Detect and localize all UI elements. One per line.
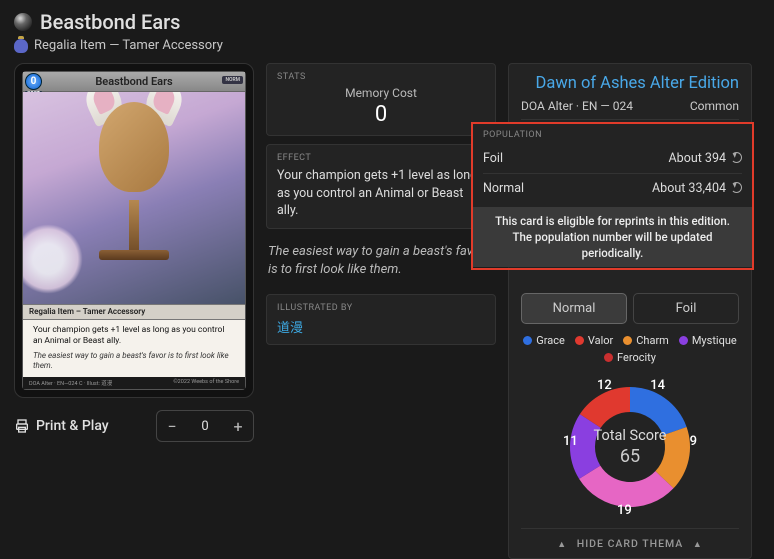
edition-rarity: Common: [690, 99, 739, 113]
dot-icon: [679, 336, 688, 345]
card-art: [23, 92, 245, 304]
total-score-label: Total Score: [594, 427, 667, 444]
chevron-up-icon: ▲: [557, 539, 567, 550]
card-subtitle: Regalia Item — Tamer Accessory: [34, 38, 223, 53]
card-name: Beastbond Ears: [95, 75, 172, 88]
refresh-icon[interactable]: [731, 182, 742, 193]
edition-code: DOA Alter · EN — 024: [521, 99, 633, 113]
effect-text: Your champion gets +1 level as long as y…: [277, 167, 485, 220]
pop-foil-label: Foil: [483, 151, 503, 166]
pop-normal-value: About 33,404: [652, 181, 726, 196]
population-callout: POPULATION Foil About 394 Normal About 3…: [471, 122, 754, 270]
card-image[interactable]: 0 COST Beastbond Ears NORM Regalia Item …: [14, 63, 254, 398]
dot-icon: [623, 336, 632, 345]
regalia-icon: [14, 39, 28, 53]
population-header: POPULATION: [483, 130, 742, 140]
set-orb-icon: [14, 13, 32, 31]
effect-panel: EFFECT Your champion gets +1 level as lo…: [266, 144, 496, 229]
thema-donut-chart: Total Score 65 14 12 9 11 19: [555, 372, 705, 522]
pop-foil-value: About 394: [669, 151, 726, 166]
card-flavor-text: The easiest way to gain a beast's favor …: [23, 351, 245, 377]
card-footer-right: ©2022 Weebs of the Shore: [173, 379, 239, 389]
qty-value: 0: [187, 419, 223, 434]
total-score-value: 65: [620, 446, 640, 467]
print-play-button[interactable]: Print & Play: [14, 418, 109, 434]
seg-ferocity: 19: [617, 503, 632, 518]
toggle-normal[interactable]: Normal: [521, 293, 627, 324]
norm-tag: NORM: [222, 76, 243, 84]
memory-cost-label: Memory Cost: [277, 86, 485, 100]
card-rules-text: Your champion gets +1 level as long as y…: [23, 320, 245, 351]
population-note: This card is eligible for reprints in th…: [473, 207, 752, 267]
seg-charm: 9: [690, 434, 697, 449]
seg-mystique: 11: [563, 434, 578, 449]
qty-minus-button[interactable]: −: [157, 411, 187, 441]
effect-header: EFFECT: [277, 153, 485, 163]
dot-icon: [604, 353, 613, 362]
stats-panel: STATS Memory Cost 0: [266, 63, 496, 136]
population-row-normal: Normal About 33,404: [483, 173, 742, 203]
illustrator-link[interactable]: 道漫: [277, 321, 303, 336]
page-title: Beastbond Ears: [40, 10, 180, 34]
pop-normal-label: Normal: [483, 181, 524, 196]
edition-panel: Dawn of Ashes Alter Edition DOA Alter · …: [508, 63, 752, 559]
toggle-foil[interactable]: Foil: [633, 293, 739, 324]
hide-thema-button[interactable]: ▲ HIDE CARD THEMA ▲: [521, 528, 739, 552]
seg-grace: 14: [650, 378, 665, 393]
memory-cost-value: 0: [277, 102, 485, 127]
dot-icon: [575, 336, 584, 345]
dot-icon: [523, 336, 532, 345]
print-play-label: Print & Play: [36, 418, 109, 434]
illustrated-panel: ILLUSTRATED BY 道漫: [266, 294, 496, 345]
cost-badge: 0: [25, 73, 42, 90]
refresh-icon[interactable]: [731, 152, 742, 163]
flavor-text: The easiest way to gain a beast's favor …: [266, 237, 496, 287]
card-footer-left: DOA Alter · EN—024 C · Illust: 道漫: [29, 379, 112, 389]
seg-valor: 12: [597, 378, 612, 393]
qty-plus-button[interactable]: +: [223, 411, 253, 441]
quantity-stepper: − 0 +: [156, 410, 254, 442]
population-row-foil: Foil About 394: [483, 144, 742, 173]
chevron-up-icon: ▲: [693, 539, 703, 550]
illustrated-header: ILLUSTRATED BY: [277, 303, 485, 313]
thema-legend: Grace Valor Charm Mystique Ferocity: [521, 334, 739, 364]
edition-title: Dawn of Ashes Alter Edition: [521, 74, 739, 93]
stats-header: STATS: [277, 72, 485, 82]
printer-icon: [14, 418, 30, 434]
card-type-line: Regalia Item – Tamer Accessory: [23, 304, 245, 320]
